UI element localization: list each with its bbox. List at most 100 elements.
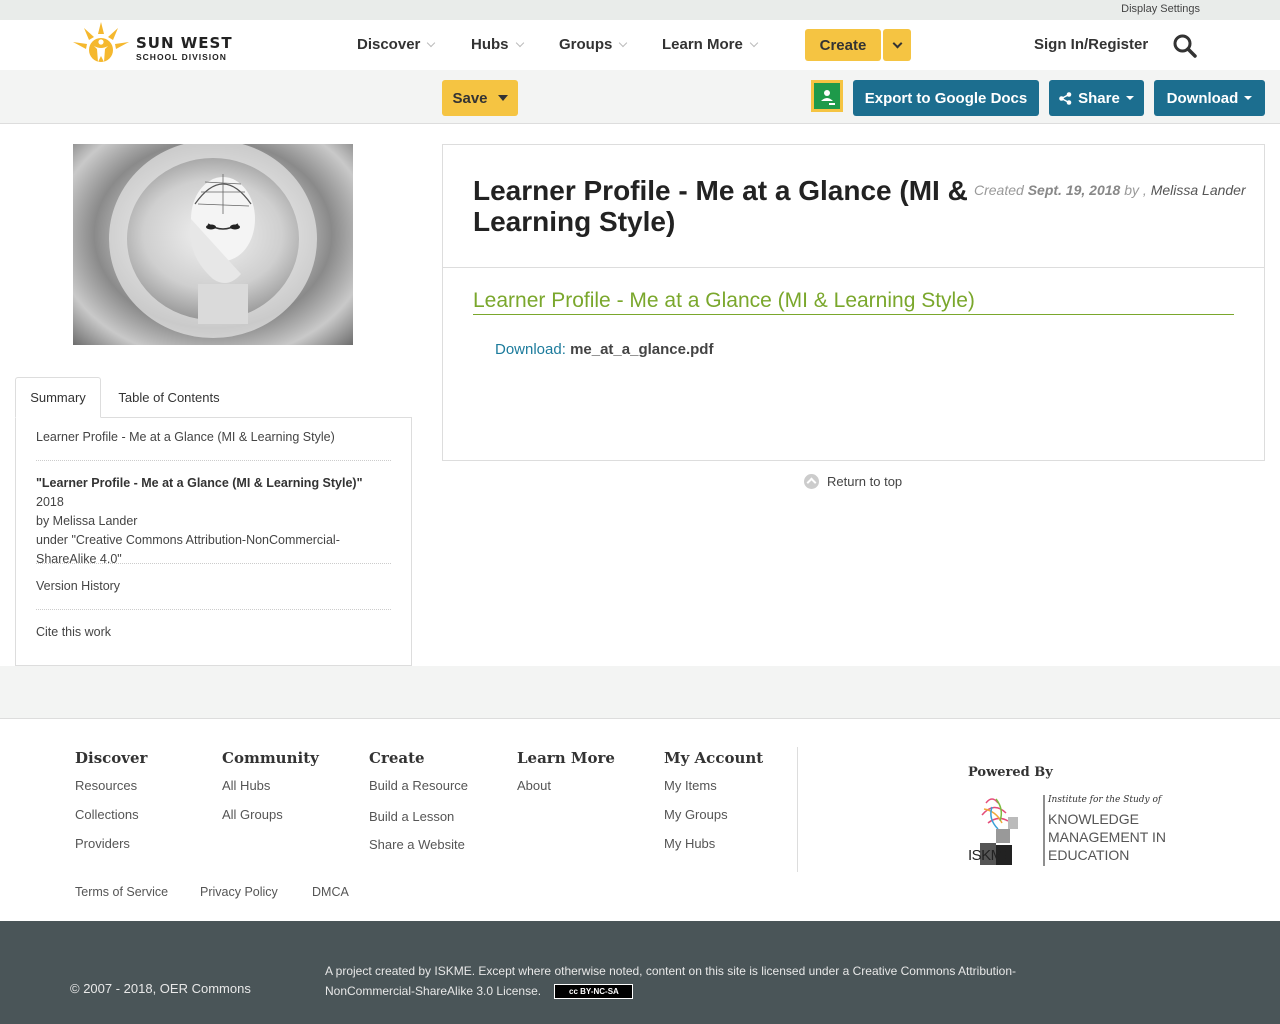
nav-hubs-label: Hubs xyxy=(471,36,509,53)
iskme-tagline: Institute for the Study of xyxy=(1048,795,1162,805)
terms-of-service-link[interactable]: Terms of Service xyxy=(75,885,168,899)
nav-learn-more-label: Learn More xyxy=(662,36,743,53)
chevron-down-icon xyxy=(427,38,436,47)
brand-name: SUN WEST xyxy=(136,34,233,52)
share-icon xyxy=(1059,91,1072,105)
display-settings-link[interactable]: Display Settings xyxy=(1121,3,1200,15)
dmca-link[interactable]: DMCA xyxy=(312,885,349,899)
version-history-link[interactable]: Version History xyxy=(36,577,391,596)
sun-logo-icon xyxy=(73,22,129,62)
create-dropdown-button[interactable] xyxy=(883,29,911,61)
save-button[interactable]: Save xyxy=(442,80,518,116)
attribution-year: 2018 xyxy=(36,495,64,509)
attribution-by: by Melissa Lander xyxy=(36,514,138,528)
caret-down-icon xyxy=(1125,96,1134,100)
created-by: by , xyxy=(1124,182,1147,198)
save-button-label: Save xyxy=(452,89,488,107)
footer-create-title: Create xyxy=(369,749,425,767)
summary-title: Learner Profile - Me at a Glance (MI & L… xyxy=(36,430,335,444)
footer-spacer xyxy=(0,666,1280,718)
tab-summary[interactable]: Summary xyxy=(15,377,101,418)
attribution-block: "Learner Profile - Me at a Glance (MI & … xyxy=(36,474,391,569)
signin-register-link[interactable]: Sign In/Register xyxy=(1034,36,1148,53)
nav-groups[interactable]: Groups xyxy=(559,36,628,53)
attribution-work: "Learner Profile - Me at a Glance (MI & … xyxy=(36,476,363,490)
iskme-abbr: ISKME xyxy=(968,847,1013,864)
share-button[interactable]: Share xyxy=(1049,80,1144,116)
copyright-text: © 2007 - 2018, OER Commons xyxy=(70,981,251,996)
iskme-logo[interactable]: ISKME Institute for the Study of KNOWLED… xyxy=(968,793,1173,868)
arrow-up-circle-icon xyxy=(804,474,819,489)
license-text: A project created by ISKME. Except where… xyxy=(325,964,1017,998)
sidebar-tabs: Summary Table of Contents xyxy=(15,377,412,418)
footer-link-providers[interactable]: Providers xyxy=(75,836,130,851)
footer-link-share-website[interactable]: Share a Website xyxy=(369,837,465,852)
download-file-link[interactable]: Download: xyxy=(495,341,566,358)
powered-by-label: Powered By xyxy=(968,765,1053,780)
footer-my-account-title: My Account xyxy=(664,749,764,767)
divider xyxy=(36,460,391,461)
bottom-bar: © 2007 - 2018, OER Commons A project cre… xyxy=(0,921,1280,1024)
chevron-down-icon xyxy=(892,38,902,48)
export-google-docs-button[interactable]: Export to Google Docs xyxy=(853,80,1039,116)
iskme-line2: MANAGEMENT IN xyxy=(1048,829,1166,845)
google-classroom-icon[interactable] xyxy=(811,80,843,112)
nav-discover[interactable]: Discover xyxy=(357,36,436,53)
iskme-line3: EDUCATION xyxy=(1048,847,1130,863)
site-header: SUN WEST SCHOOL DIVISION Discover Hubs G… xyxy=(0,20,1280,70)
footer-link-my-items[interactable]: My Items xyxy=(664,778,717,793)
file-download-row: Download: me_at_a_glance.pdf xyxy=(495,341,713,358)
site-logo[interactable]: SUN WEST SCHOOL DIVISION xyxy=(70,20,240,68)
created-date: Sept. 19, 2018 xyxy=(1027,182,1121,198)
footer-link-all-groups[interactable]: All Groups xyxy=(222,807,283,822)
resource-title: Learner Profile - Me at a Glance (MI & L… xyxy=(473,175,968,237)
license-notice: A project created by ISKME. Except where… xyxy=(325,961,1085,1001)
brand-subtitle: SCHOOL DIVISION xyxy=(136,52,227,62)
footer-link-my-groups[interactable]: My Groups xyxy=(664,807,728,822)
divider xyxy=(36,609,391,610)
search-icon[interactable] xyxy=(1172,33,1198,59)
attribution-license: under "Creative Commons Attribution-NonC… xyxy=(36,533,340,566)
author-link[interactable]: Melissa Lander xyxy=(1151,182,1246,198)
download-button[interactable]: Download xyxy=(1154,80,1265,116)
tab-table-of-contents[interactable]: Table of Contents xyxy=(105,377,233,418)
footer-divider xyxy=(797,747,798,872)
footer-link-all-hubs[interactable]: All Hubs xyxy=(222,778,270,793)
divider xyxy=(36,563,391,564)
footer-community-title: Community xyxy=(222,749,319,767)
file-name: me_at_a_glance.pdf xyxy=(570,341,714,358)
created-label: Created xyxy=(974,182,1024,198)
nav-learn-more[interactable]: Learn More xyxy=(662,36,759,53)
nav-hubs[interactable]: Hubs xyxy=(471,36,524,53)
footer-learn-more-title: Learn More xyxy=(517,749,615,767)
chevron-down-icon xyxy=(515,38,524,47)
divider xyxy=(443,267,1264,268)
footer-link-about[interactable]: About xyxy=(517,778,551,793)
caret-down-icon xyxy=(1244,96,1253,100)
footer-link-my-hubs[interactable]: My Hubs xyxy=(664,836,715,851)
classroom-figure-icon xyxy=(821,90,835,105)
summary-panel: Learner Profile - Me at a Glance (MI & L… xyxy=(15,417,412,666)
share-button-label: Share xyxy=(1078,89,1120,107)
download-button-label: Download xyxy=(1166,89,1239,107)
return-to-top-label: Return to top xyxy=(827,474,903,489)
footer-discover-title: Discover xyxy=(75,749,148,767)
iskme-line1: KNOWLEDGE xyxy=(1048,811,1140,827)
cc-license-badge[interactable]: cc BY-NC-SA xyxy=(554,984,634,1000)
footer-link-build-lesson[interactable]: Build a Lesson xyxy=(369,809,454,824)
chevron-down-icon xyxy=(749,38,759,47)
footer-link-build-resource[interactable]: Build a Resource xyxy=(369,778,468,793)
caret-down-icon xyxy=(497,95,508,101)
cite-work-link[interactable]: Cite this work xyxy=(36,623,391,642)
return-to-top-link[interactable]: Return to top xyxy=(804,474,902,489)
footer-link-collections[interactable]: Collections xyxy=(75,807,139,822)
utility-bar: Display Settings xyxy=(0,0,1280,20)
document-link[interactable]: Learner Profile - Me at a Glance (MI & L… xyxy=(473,289,1234,315)
site-footer: Discover Resources Collections Providers… xyxy=(0,718,1280,921)
create-button[interactable]: Create xyxy=(805,29,881,61)
chevron-down-icon xyxy=(619,38,628,47)
resource-thumbnail xyxy=(73,144,353,345)
footer-link-resources[interactable]: Resources xyxy=(75,778,137,793)
nav-discover-label: Discover xyxy=(357,36,421,53)
privacy-policy-link[interactable]: Privacy Policy xyxy=(200,885,278,899)
